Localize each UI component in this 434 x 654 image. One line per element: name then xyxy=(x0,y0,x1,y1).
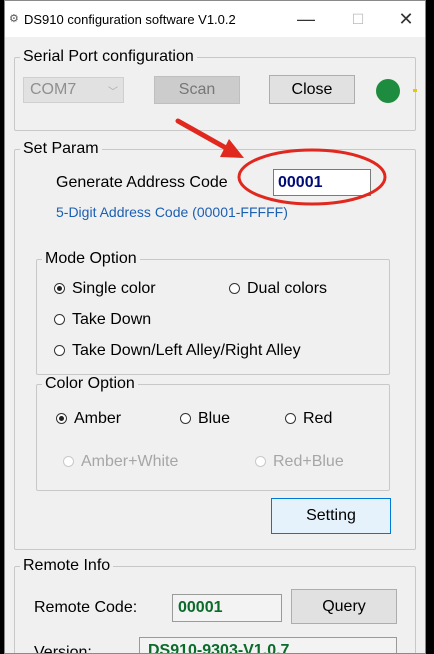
radio-unselected-icon xyxy=(285,413,296,424)
radio-selected-icon xyxy=(56,413,67,424)
radio-label: Red+Blue xyxy=(273,453,344,470)
color-option-legend: Color Option xyxy=(45,375,135,392)
remote-info-legend: Remote Info xyxy=(23,557,111,574)
window-title: DS910 configuration software V1.0.2 xyxy=(24,12,236,27)
radio-label: Red xyxy=(303,410,333,427)
radio-label: Take Down xyxy=(72,311,152,328)
app-window: ⚙ DS910 configuration software V1.0.2 — … xyxy=(4,0,426,654)
maximize-button[interactable]: ☐ xyxy=(343,5,373,33)
connection-status-indicator xyxy=(376,79,400,103)
version-label: Version: xyxy=(34,644,92,654)
remote-code-field: 00001 xyxy=(172,594,282,622)
title-bar[interactable]: ⚙ DS910 configuration software V1.0.2 — … xyxy=(5,1,425,37)
query-button[interactable]: Query xyxy=(291,589,397,624)
status-mark xyxy=(413,89,417,92)
radio-label: Amber+White xyxy=(81,453,179,470)
radio-unselected-icon xyxy=(54,314,65,325)
com-port-value: COM7 xyxy=(30,81,77,98)
chevron-down-icon: ﹀ xyxy=(108,87,118,98)
radio-selected-icon xyxy=(54,283,65,294)
radio-disabled-icon xyxy=(255,456,266,467)
radio-disabled-icon xyxy=(63,456,74,467)
minimize-button[interactable]: — xyxy=(291,5,321,33)
version-field: DS910-9303-V1.0.7 xyxy=(139,637,397,653)
remote-code-label: Remote Code: xyxy=(34,599,138,616)
app-icon: ⚙ xyxy=(9,13,19,25)
color-option-group: Color Option xyxy=(36,375,390,491)
setting-button[interactable]: Setting xyxy=(271,498,391,534)
address-code-label: Generate Address Code xyxy=(56,174,228,191)
address-code-hint: 5-Digit Address Code (00001-FFFFF) xyxy=(56,204,288,220)
set-param-legend: Set Param xyxy=(23,140,99,157)
mode-option-legend: Mode Option xyxy=(45,250,137,267)
radio-label: Single color xyxy=(72,280,156,297)
radio-unselected-icon xyxy=(180,413,191,424)
radio-unselected-icon xyxy=(54,345,65,356)
address-code-input[interactable]: 00001 xyxy=(273,169,371,196)
radio-label: Take Down/Left Alley/Right Alley xyxy=(72,342,301,359)
serial-port-legend: Serial Port configuration xyxy=(23,48,194,65)
radio-label: Amber xyxy=(74,410,122,427)
port-close-button[interactable]: Close xyxy=(269,75,355,104)
radio-unselected-icon xyxy=(229,283,240,294)
com-port-select[interactable]: COM7 ﹀ xyxy=(23,77,124,103)
radio-label: Dual colors xyxy=(247,280,328,297)
radio-label: Blue xyxy=(198,410,231,427)
close-window-button[interactable]: ✕ xyxy=(391,5,421,33)
scan-button[interactable]: Scan xyxy=(154,76,240,104)
